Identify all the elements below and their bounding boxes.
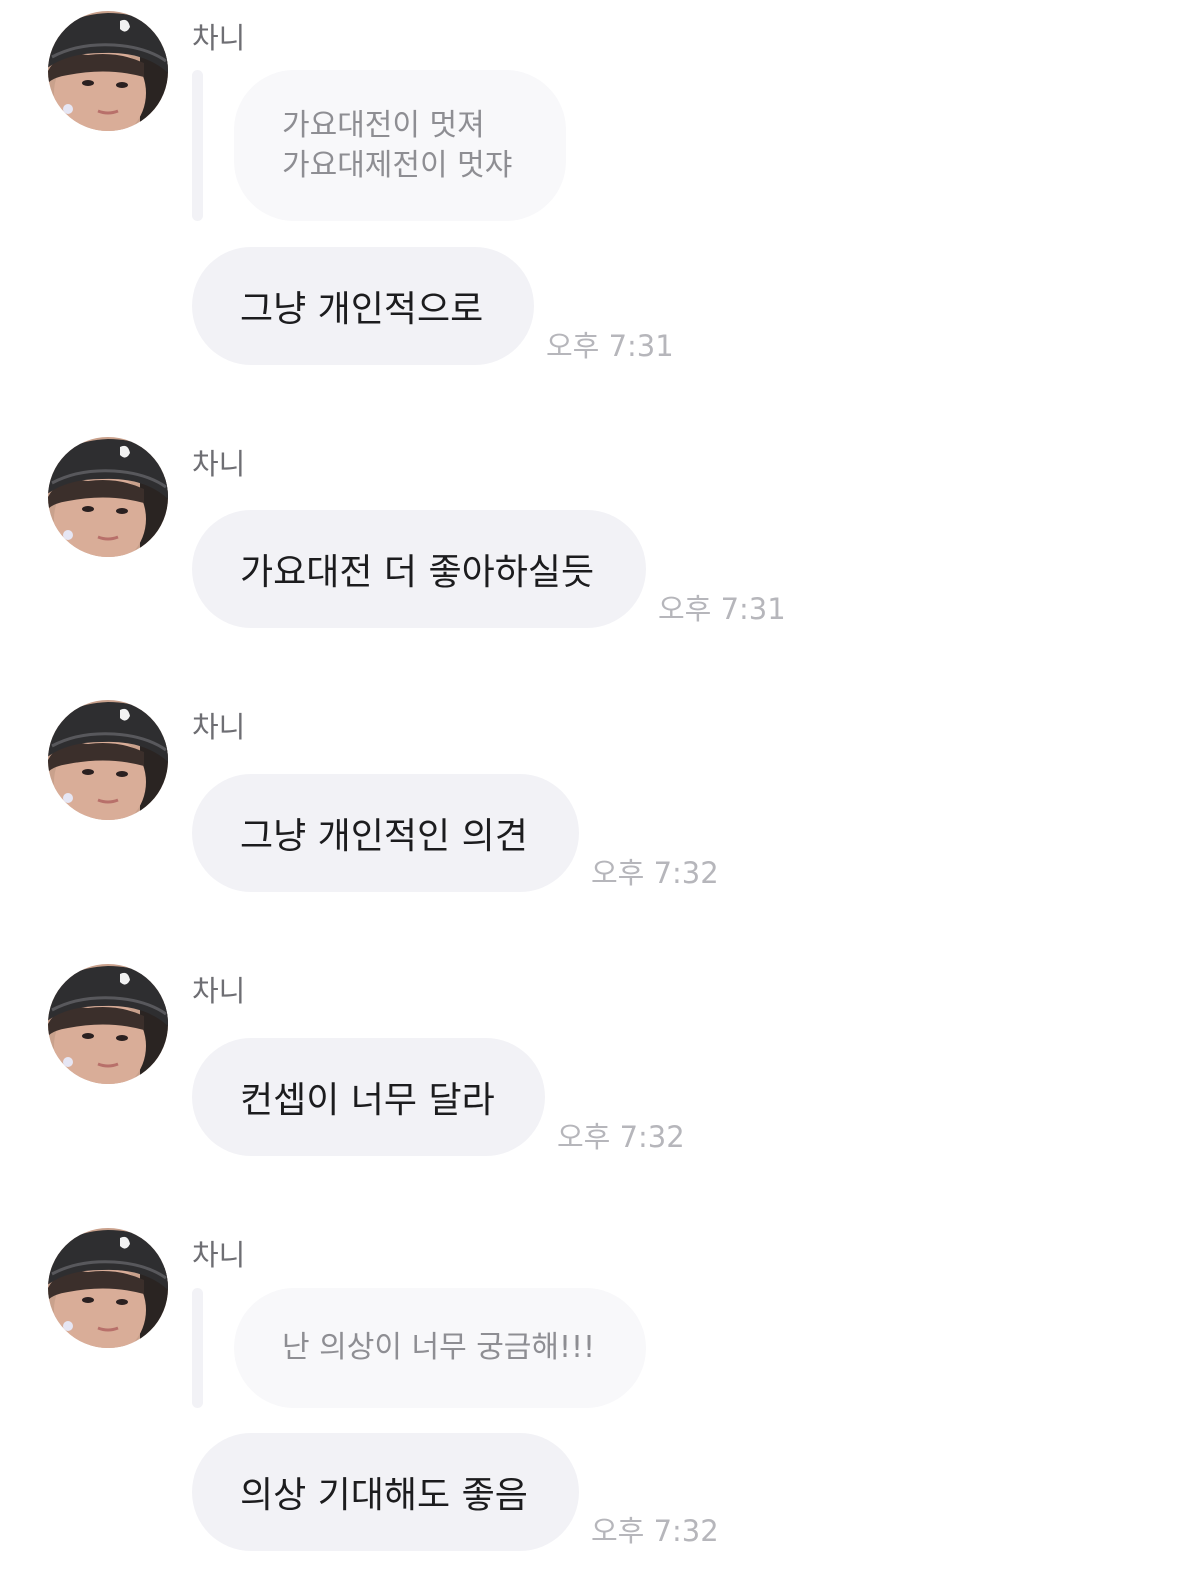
quoted-reply-line: 가요대전이 멋져: [282, 107, 485, 143]
message-timestamp: 오후 7:31: [658, 592, 786, 626]
reply-indicator-bar: [192, 70, 203, 221]
sender-avatar[interactable]: [48, 11, 168, 131]
sender-avatar[interactable]: [48, 700, 168, 820]
message-bubble[interactable]: 가요대전 더 좋아하실듯: [192, 510, 646, 628]
sender-avatar[interactable]: [48, 964, 168, 1084]
sender-name[interactable]: 차니: [192, 713, 245, 742]
profile-photo-icon: [48, 437, 168, 557]
sender-name[interactable]: 차니: [192, 24, 245, 53]
message-bubble[interactable]: 그냥 개인적인 의견: [192, 774, 579, 892]
message-timestamp: 오후 7:32: [557, 1120, 685, 1154]
sender-name[interactable]: 차니: [192, 977, 245, 1006]
message-bubble[interactable]: 컨셉이 너무 달라: [192, 1038, 545, 1156]
sender-avatar[interactable]: [48, 1228, 168, 1348]
message-bubble[interactable]: 의상 기대해도 좋음: [192, 1433, 579, 1551]
profile-photo-icon: [48, 964, 168, 1084]
quoted-reply-bubble[interactable]: 가요대전이 멋져 가요대제전이 멋쟈: [234, 70, 566, 221]
sender-name[interactable]: 차니: [192, 450, 245, 479]
quoted-reply-line: 난 의상이 너무 궁금해!!!: [282, 1330, 596, 1365]
message-bubble[interactable]: 그냥 개인적으로: [192, 247, 534, 365]
sender-avatar[interactable]: [48, 437, 168, 557]
message-timestamp: 오후 7:32: [591, 1514, 719, 1548]
message-timestamp: 오후 7:31: [546, 329, 674, 363]
profile-photo-icon: [48, 1228, 168, 1348]
quoted-reply-bubble[interactable]: 난 의상이 너무 궁금해!!!: [234, 1288, 646, 1408]
message-timestamp: 오후 7:32: [591, 856, 719, 890]
reply-indicator-bar: [192, 1288, 203, 1408]
profile-photo-icon: [48, 700, 168, 820]
profile-photo-icon: [48, 11, 168, 131]
sender-name[interactable]: 차니: [192, 1241, 245, 1270]
quoted-reply-line: 가요대제전이 멋쟈: [282, 147, 513, 183]
